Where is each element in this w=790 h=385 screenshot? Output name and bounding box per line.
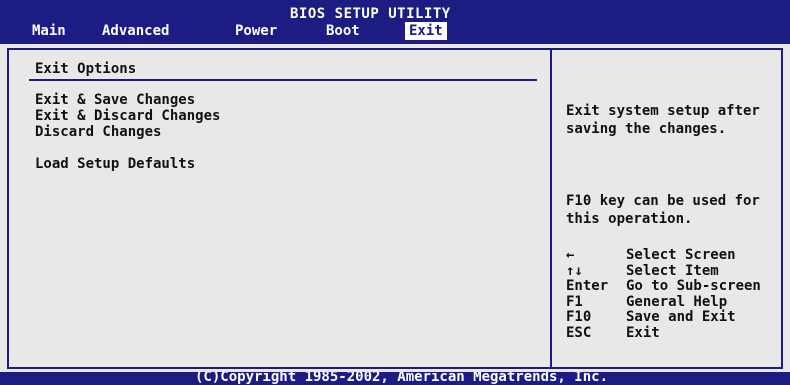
utility-title: BIOS SETUP UTILITY: [290, 6, 451, 22]
tab-exit[interactable]: Exit: [405, 22, 447, 40]
menu-bar: Main Advanced Power Boot Exit: [0, 21, 790, 41]
main-frame: Exit Options Exit & Save Changes Exit & …: [7, 48, 783, 369]
key-label: F1: [566, 293, 583, 310]
key-description: Save and Exit: [626, 309, 736, 325]
arrow-left-icon: ←: [566, 247, 575, 263]
arrow-up-down-icon: ↑↓: [566, 262, 583, 279]
section-divider: [29, 79, 537, 81]
tab-main[interactable]: Main: [32, 21, 66, 41]
key-description: Exit: [626, 324, 660, 341]
key-label: F10: [566, 309, 592, 325]
tab-power[interactable]: Power: [235, 21, 277, 41]
option-exit-save-changes[interactable]: Exit & Save Changes: [35, 92, 195, 108]
option-discard-changes[interactable]: Discard Changes: [35, 124, 161, 140]
key-description: Select Screen: [626, 247, 736, 263]
tab-boot[interactable]: Boot: [326, 21, 360, 41]
key-label: Enter: [566, 278, 609, 294]
option-load-setup-defaults[interactable]: Load Setup Defaults: [35, 156, 195, 172]
section-title: Exit Options: [35, 61, 137, 77]
footer-bar: (C)Copyright 1985-2002, American Megatre…: [0, 372, 790, 385]
key-description: Select Item: [626, 262, 719, 279]
header-bar: BIOS SETUP UTILITY Main Advanced Power B…: [0, 0, 790, 44]
copyright-text: (C)Copyright 1985-2002, American Megatre…: [195, 372, 609, 385]
key-description: General Help: [626, 293, 728, 310]
key-label: ESC: [566, 324, 592, 341]
help-paragraph: Exit system setup after saving the chang…: [566, 103, 769, 137]
key-description: Go to Sub-screen: [626, 278, 761, 294]
help-paragraph: F10 key can be used for this operation.: [566, 193, 769, 227]
help-pane: Exit system setup after saving the chang…: [552, 50, 781, 367]
tab-advanced[interactable]: Advanced: [102, 21, 169, 41]
options-pane: Exit Options Exit & Save Changes Exit & …: [9, 50, 550, 367]
option-exit-discard-changes[interactable]: Exit & Discard Changes: [35, 108, 220, 124]
